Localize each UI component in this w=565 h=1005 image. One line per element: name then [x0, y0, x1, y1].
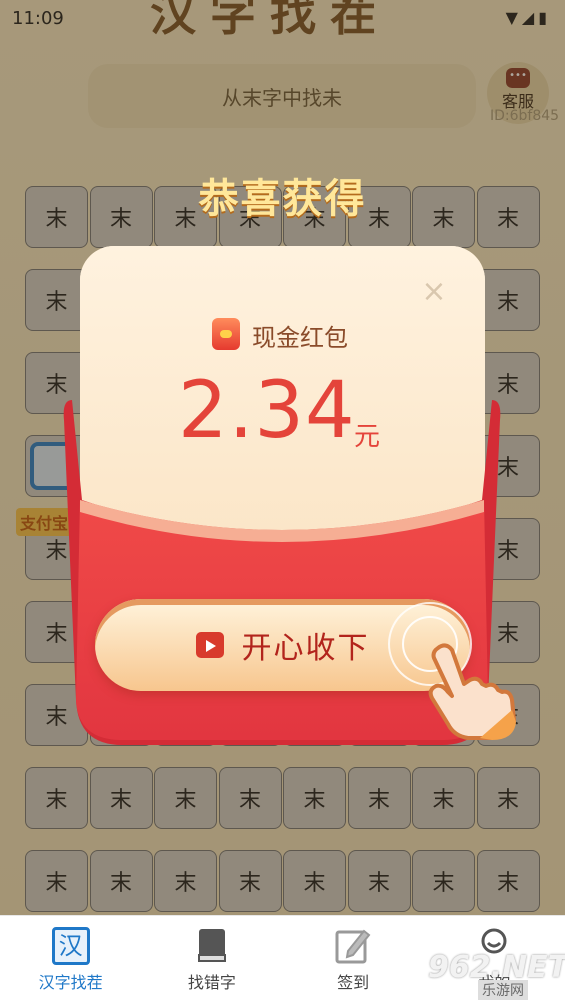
- congrats-title: 恭喜获得: [198, 176, 367, 222]
- hanzi-icon: 汉: [51, 927, 90, 965]
- watermark-sub: 乐游网: [478, 980, 528, 1000]
- nav-item-hanzi-find[interactable]: 汉 汉字找茬: [0, 916, 141, 1005]
- close-icon[interactable]: ×: [420, 277, 448, 307]
- pointing-hand-icon: [428, 643, 516, 740]
- nav-item-check-in[interactable]: 签到: [283, 916, 424, 1005]
- video-icon: [195, 632, 224, 658]
- nav-label: 签到: [337, 973, 370, 992]
- collect-button-label: 开心收下: [241, 631, 370, 666]
- reward-type-label: 现金红包: [252, 324, 348, 352]
- pen-icon: [335, 929, 371, 964]
- nav-item-find-wrong-char[interactable]: 找错字: [141, 916, 282, 1005]
- red-packet-icon: [212, 318, 240, 350]
- nav-label: 汉字找茬: [38, 973, 103, 992]
- book-icon: [197, 929, 226, 962]
- nav-label: 找错字: [187, 973, 236, 992]
